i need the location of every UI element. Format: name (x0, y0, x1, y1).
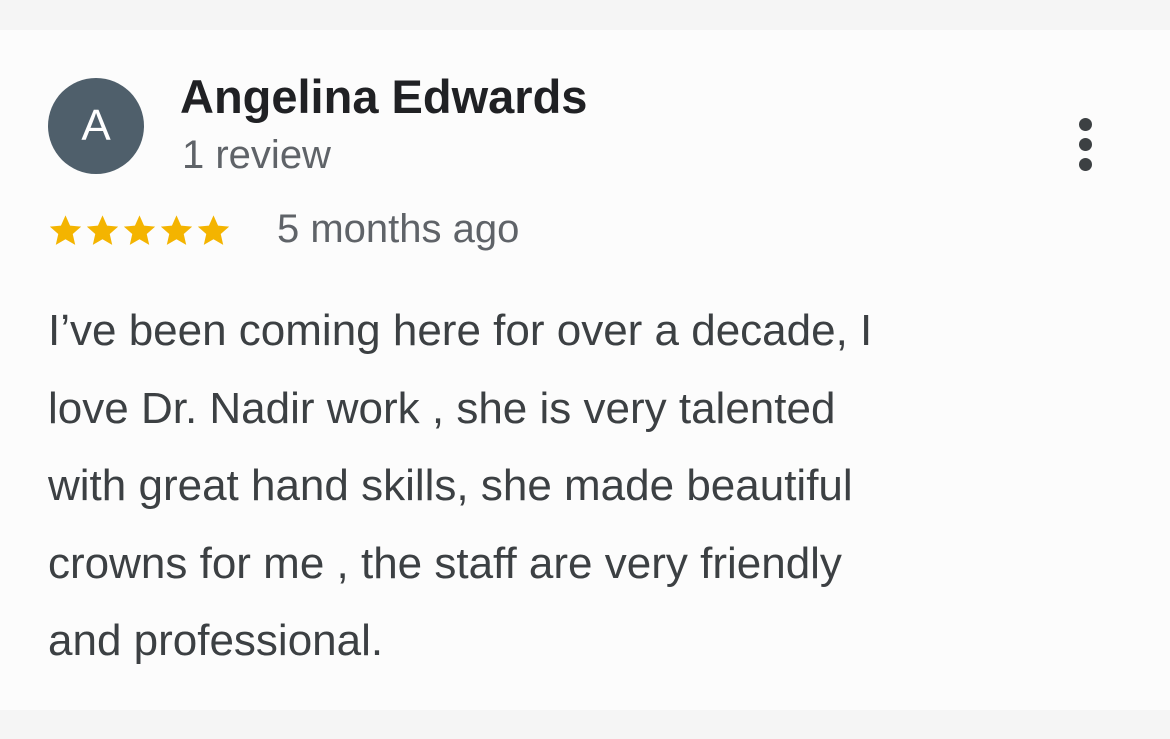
review-count: 1 review (182, 133, 331, 177)
more-options-button[interactable] (1066, 114, 1106, 174)
more-vert-icon (1079, 118, 1092, 131)
reviewer-name[interactable]: Angelina Edwards (180, 66, 587, 128)
more-vert-icon-dot (1079, 138, 1092, 151)
star-icon (86, 214, 119, 245)
star-icon (197, 214, 230, 245)
review-text-line: and professional. (48, 616, 384, 665)
review-text-line: love Dr. Nadir work , she is very talent… (48, 383, 836, 433)
review-text-line: crowns for me , the staff are very frien… (48, 538, 842, 588)
star-rating (47, 206, 232, 254)
avatar[interactable]: A (48, 78, 144, 174)
star-icon (123, 214, 156, 245)
more-vert-icon-dot (1079, 158, 1092, 171)
star-icon (160, 214, 193, 245)
review-time: 5 months ago (277, 207, 520, 251)
review-text-line: I’ve been coming here for over a decade,… (48, 306, 873, 355)
review-text: I’ve been coming here for over a decade,… (48, 292, 1108, 680)
review-text-line: with great hand skills, she made beautif… (48, 461, 853, 510)
star-icon (49, 214, 82, 245)
review-card: A Angelina Edwards 1 review 5 months ago… (0, 30, 1170, 710)
